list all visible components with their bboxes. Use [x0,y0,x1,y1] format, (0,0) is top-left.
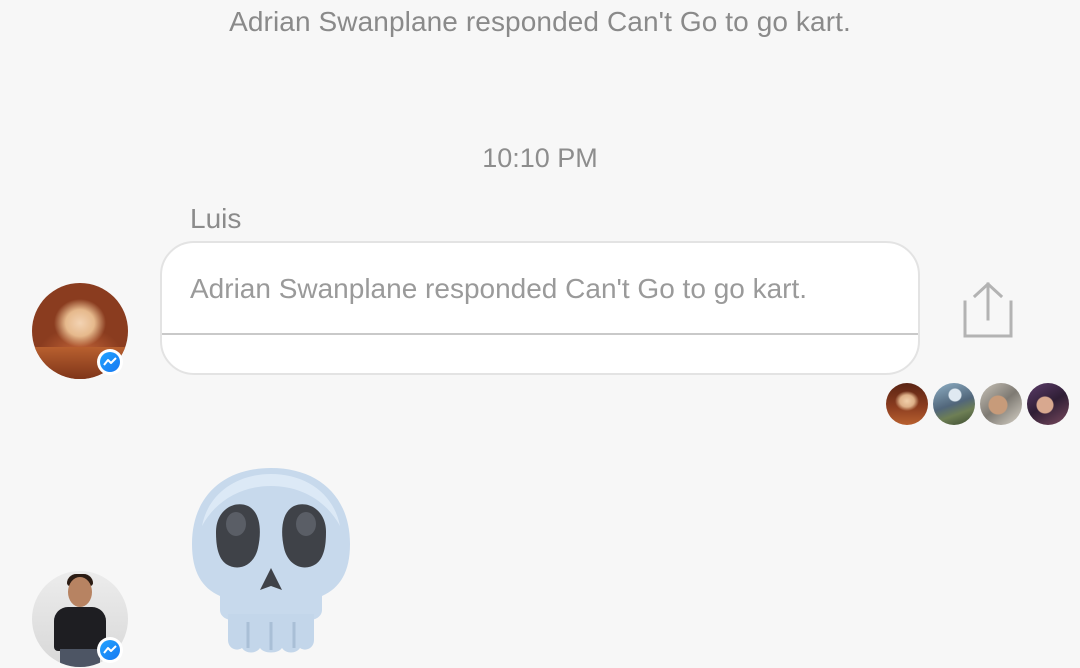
avatar-person-head [68,577,92,607]
read-receipt-avatar [980,383,1022,425]
sender-name: Luis [190,203,242,234]
event-response-card-text: Adrian Swanplane responded Can't Go to g… [190,273,808,304]
share-icon[interactable] [956,278,1020,342]
read-receipt-avatar [933,383,975,425]
messenger-badge [97,637,123,663]
messenger-badge [97,349,123,375]
avatar-person-legs [60,649,100,667]
messenger-icon [100,640,120,660]
card-divider [162,333,918,335]
messenger-icon [100,352,120,372]
event-notice-text: Adrian Swanplane responded Can't Go to g… [229,6,851,37]
skull-sticker[interactable] [186,464,356,654]
event-response-card[interactable]: Adrian Swanplane responded Can't Go to g… [160,241,920,375]
message-timestamp: 10:10 PM [482,143,598,173]
read-receipt-avatar [1027,383,1069,425]
read-receipt-avatar [886,383,928,425]
